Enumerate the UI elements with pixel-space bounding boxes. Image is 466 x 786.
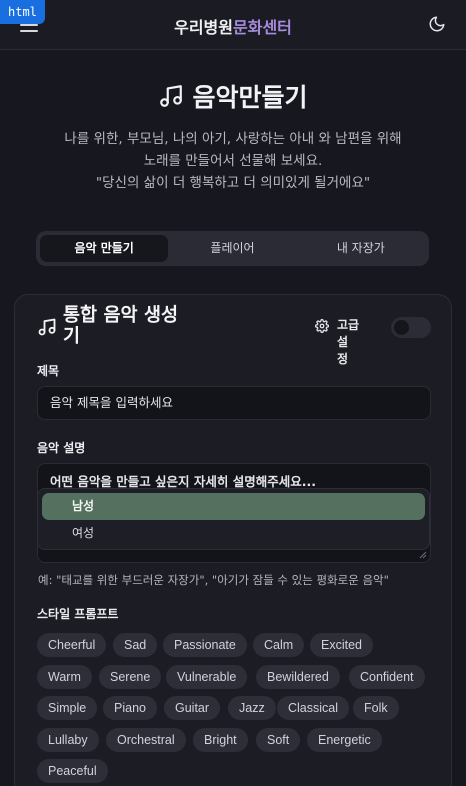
style-chip[interactable]: Piano — [103, 696, 157, 720]
description-hint: 예: "태교를 위한 부드러운 자장가", "아기가 잠들 수 있는 평화로운 … — [38, 573, 389, 587]
style-chip[interactable]: Soft — [256, 728, 301, 752]
title-field-label: 제목 — [37, 364, 60, 378]
style-chip[interactable]: Vulnerable — [166, 665, 248, 689]
brand-title[interactable]: 우리병원문화센터 — [0, 14, 466, 38]
hero-desc-line: 노래를 만들어서 선물해 보세요. — [143, 153, 323, 169]
advanced-settings-toggle[interactable] — [391, 317, 431, 338]
description-field-label: 음악 설명 — [37, 441, 86, 455]
advanced-settings-label: 고급 설 정 — [315, 317, 367, 368]
page-title-text: 음악만들기 — [192, 83, 308, 112]
hero-description: 나를 위한, 부모님, 나의 아기, 사랑하는 아내 와 남편을 위해 노래를 … — [30, 128, 436, 194]
brand-subtitle: 문화센터 — [233, 18, 292, 37]
style-chip[interactable]: Simple — [37, 696, 98, 720]
dropdown-option-male[interactable]: 남성 — [42, 493, 425, 520]
title-input[interactable]: 음악 제목을 입력하세요 — [37, 386, 431, 420]
card-title: 통합 음악 생성 기 — [37, 305, 207, 347]
style-prompt-label: 스타일 프롬프트 — [37, 607, 119, 621]
description-placeholder: 어떤 음악을 만들고 싶은지 자세히 설명해주세요... — [50, 474, 317, 489]
style-chip[interactable]: Cheerful — [37, 633, 107, 657]
style-chip[interactable]: Bewildered — [256, 665, 340, 689]
advanced-label-line: 정 — [337, 352, 349, 366]
html-badge: html — [0, 0, 45, 24]
style-chip[interactable]: Serene — [99, 665, 162, 689]
style-chip[interactable]: Excited — [310, 633, 373, 657]
style-chip[interactable]: Warm — [37, 665, 92, 689]
style-chip[interactable]: Guitar — [164, 696, 221, 720]
top-bar: 우리병원문화센터 — [0, 0, 466, 50]
style-chip[interactable]: Folk — [353, 696, 399, 720]
style-chip[interactable]: Confident — [349, 665, 425, 689]
hero-desc-line: 나를 위한, 부모님, 나의 아기, 사랑하는 아내 와 남편을 위해 — [64, 131, 402, 147]
page-title: 음악만들기 — [0, 78, 466, 114]
tab-my-lullabies[interactable]: 내 자장가 — [297, 235, 425, 262]
style-chip[interactable]: Orchestral — [106, 728, 186, 752]
style-chip[interactable]: Peaceful — [37, 759, 108, 783]
tab-player[interactable]: 플레이어 — [168, 235, 296, 262]
gear-icon — [315, 319, 329, 333]
tab-bar: 음악 만들기 플레이어 내 자장가 — [36, 231, 429, 266]
hero-desc-line: "당신의 삶이 더 행복하고 더 의미있게 될거에요" — [95, 175, 371, 191]
music-note-icon — [38, 318, 56, 336]
style-chip[interactable]: Energetic — [307, 728, 382, 752]
tab-make-music[interactable]: 음악 만들기 — [40, 235, 169, 262]
style-chip[interactable]: Calm — [253, 633, 305, 657]
style-chip[interactable]: Sad — [113, 633, 158, 657]
card-title-line: 통합 음악 생성 — [63, 305, 179, 326]
moon-icon[interactable] — [428, 15, 446, 33]
brand-name: 우리병원 — [174, 18, 233, 37]
style-chip[interactable]: Bright — [193, 728, 248, 752]
resize-handle-icon[interactable] — [419, 551, 427, 559]
style-chip[interactable]: Classical — [277, 696, 350, 720]
music-note-icon — [160, 85, 183, 107]
voice-dropdown-menu: 남성 여성 — [37, 488, 430, 550]
style-chip[interactable]: Passionate — [163, 633, 247, 657]
style-chip[interactable]: Lullaby — [37, 728, 99, 752]
card-title-line: 기 — [63, 326, 81, 347]
style-chip[interactable]: Jazz — [228, 696, 276, 720]
dropdown-option-female[interactable]: 여성 — [42, 520, 425, 547]
